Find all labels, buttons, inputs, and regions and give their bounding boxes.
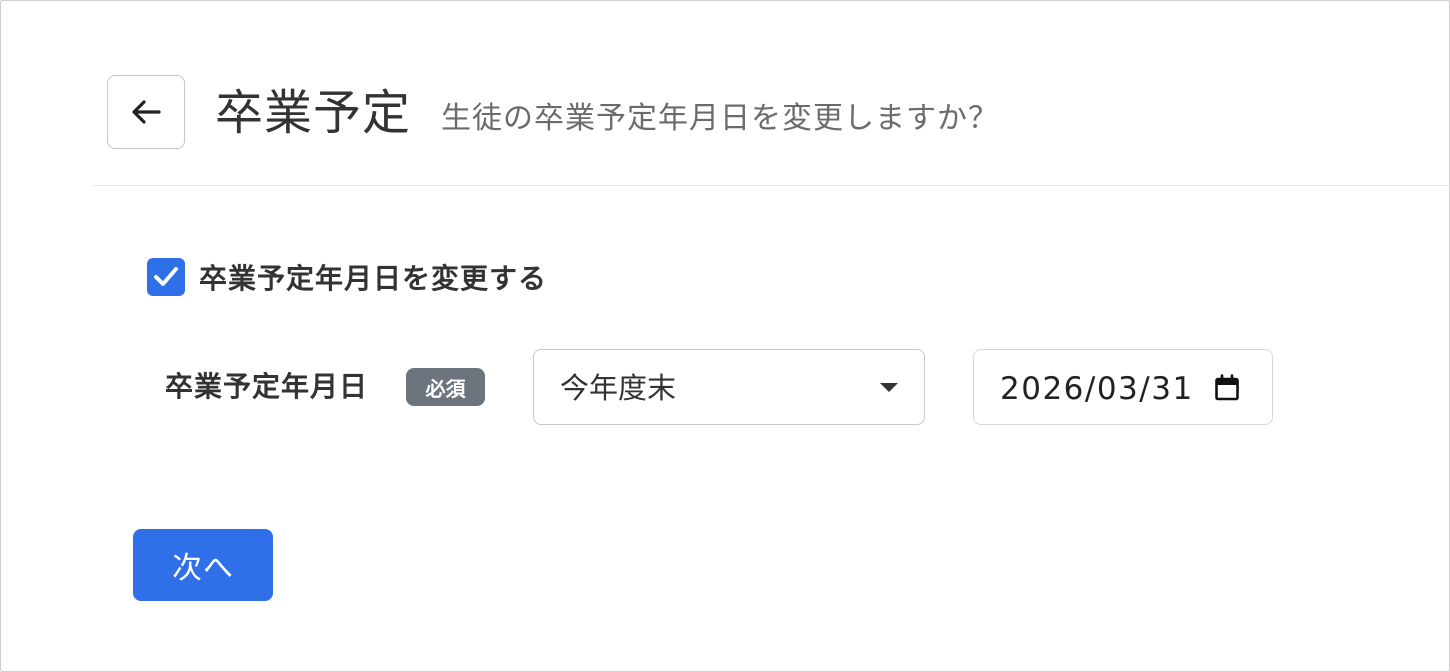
back-button[interactable] bbox=[107, 75, 185, 149]
page-subtitle: 生徒の卒業予定年月日を変更しますか？ bbox=[441, 101, 999, 136]
header-divider bbox=[93, 185, 1450, 186]
date-value: 2026/03/31 bbox=[1000, 371, 1194, 407]
page-title: 卒業予定 bbox=[215, 85, 412, 141]
arrow-left-icon bbox=[132, 100, 161, 124]
graduation-date-input[interactable]: 2026/03/31 bbox=[973, 349, 1273, 425]
change-date-checkbox[interactable]: 卒業予定年月日を変更する bbox=[147, 257, 547, 297]
select-value: 今年度末 bbox=[560, 371, 677, 405]
calendar-icon[interactable] bbox=[1214, 374, 1240, 402]
checkbox-label[interactable]: 卒業予定年月日を変更する bbox=[199, 257, 547, 297]
checkbox-box[interactable] bbox=[147, 258, 185, 296]
required-badge: 必須 bbox=[406, 368, 485, 406]
next-button[interactable]: 次へ bbox=[133, 529, 273, 601]
graduation-date-select[interactable]: 今年度末 bbox=[533, 349, 925, 425]
graduation-date-label: 卒業予定年月日 bbox=[165, 370, 369, 403]
checkmark-icon bbox=[154, 267, 178, 286]
caret-down-icon bbox=[880, 383, 898, 392]
page-frame: 卒業予定 生徒の卒業予定年月日を変更しますか？ 卒業予定年月日を変更する 卒業予… bbox=[0, 0, 1450, 672]
